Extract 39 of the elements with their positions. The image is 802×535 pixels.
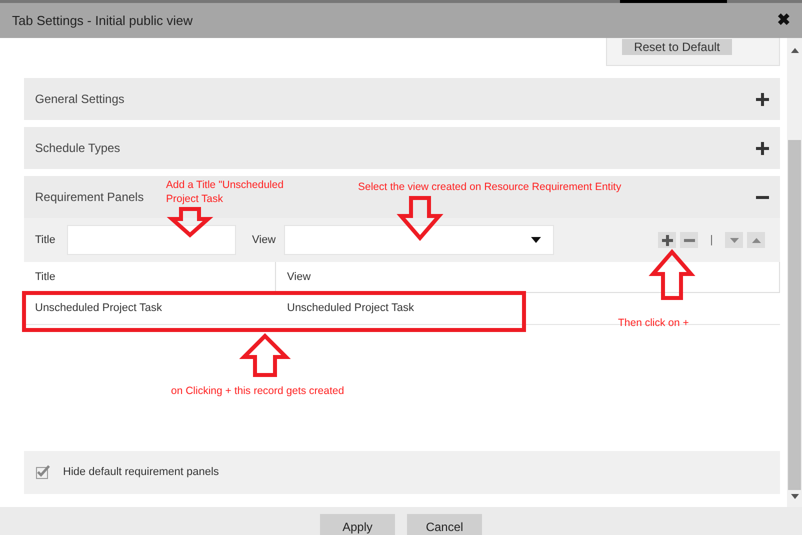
table-cell-text: Unscheduled Project Task [286,301,415,316]
reset-button[interactable]: Reset to Default [622,39,732,55]
section-header[interactable]: Schedule Types [24,127,780,169]
scroll-up-icon[interactable] [790,48,798,53]
plus-icon [756,142,769,154]
scroll-down-icon[interactable] [790,494,798,499]
column-header[interactable]: Title [24,262,276,292]
remove-button[interactable] [680,232,698,248]
move-up-button[interactable] [747,232,765,248]
view-dropdown[interactable] [284,225,554,255]
annotation-text: Then click on + [618,316,690,330]
title-input-field[interactable] [67,225,236,255]
down-arrow-icon [730,238,738,242]
scrollbar[interactable] [787,38,802,507]
dialog-button[interactable]: Apply [320,514,395,535]
checkbox[interactable] [36,465,51,480]
close-button[interactable]: ✖ [777,8,790,32]
dropdown-arrow-icon [530,237,541,243]
annotation-text: on Clicking + this record gets created [171,384,346,398]
annotation-text: Select the view created on Resource Requirement Entity [358,180,622,194]
down-arrow [396,196,444,242]
window-title: Tab Settings - Initial public view [12,12,193,30]
view-label: View [252,232,276,248]
move-down-button[interactable] [725,232,743,248]
plus-icon [662,234,673,246]
title-label: Title [35,232,56,248]
checkbox-label: Hide default requirement panels [63,465,219,480]
plus-icon [756,92,769,106]
annotation-text: Add a Title "Unscheduled Project Task [166,178,285,206]
up-arrow-icon [752,238,760,242]
column-header[interactable]: View [276,262,780,292]
add-button[interactable] [658,232,676,248]
up-arrow [239,333,291,377]
separator: | [710,232,713,248]
down-arrow [166,207,214,238]
table-cell-text: Unscheduled Project Task [34,301,163,316]
section-header[interactable]: General Settings [24,78,780,120]
up-arrow [648,248,696,300]
dialog-button[interactable]: Cancel [407,514,482,535]
